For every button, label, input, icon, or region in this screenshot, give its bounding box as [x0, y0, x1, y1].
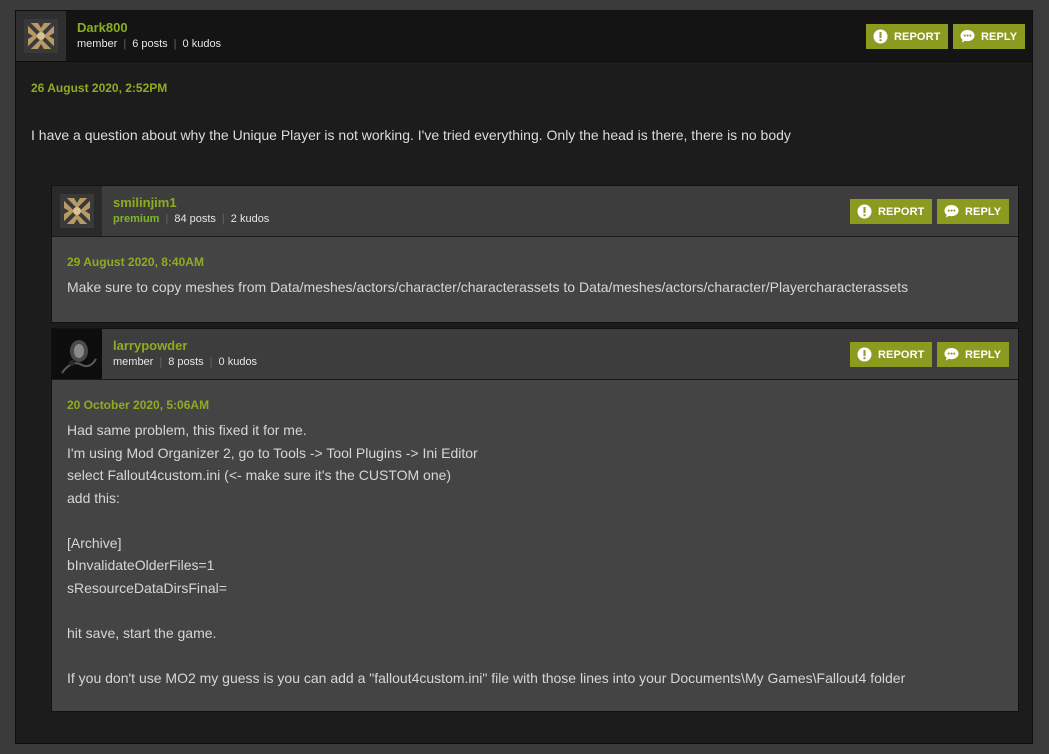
- avatar[interactable]: [52, 329, 102, 379]
- author-role: member: [113, 356, 154, 368]
- avatar[interactable]: [16, 11, 66, 61]
- post-count: 8 posts: [168, 356, 204, 368]
- report-button[interactable]: REPORT: [866, 24, 949, 49]
- exclamation-circle-icon: [857, 204, 872, 219]
- reply-button[interactable]: REPLY: [937, 199, 1010, 224]
- report-button[interactable]: REPORT: [850, 342, 933, 367]
- author-meta: member | 6 posts | 0 kudos: [77, 38, 222, 50]
- post-count: 6 posts: [132, 38, 168, 50]
- reply-comment: larrypowder member | 8 posts | 0 kudos REPOR…: [51, 328, 1019, 712]
- reply-header: larrypowder member | 8 posts | 0 kudos REPOR…: [52, 329, 1018, 380]
- author-role: premium: [113, 213, 160, 225]
- post-count: 84 posts: [174, 213, 216, 225]
- default-avatar-icon: [60, 194, 94, 228]
- speech-bubble-icon: [944, 347, 959, 362]
- post-date: 29 August 2020, 8:40AM: [67, 255, 204, 269]
- kudos-count: 0 kudos: [182, 38, 222, 50]
- kudos-count: 0 kudos: [218, 356, 258, 368]
- author-meta: premium | 84 posts | 2 kudos: [113, 213, 270, 225]
- reply-button[interactable]: REPLY: [937, 342, 1010, 367]
- kudos-count: 2 kudos: [230, 213, 270, 225]
- default-avatar-icon: [24, 19, 58, 53]
- author-name[interactable]: Dark800: [77, 20, 128, 35]
- author-name[interactable]: smilinjim1: [113, 195, 177, 210]
- post-body: I have a question about why the Unique P…: [31, 127, 791, 143]
- reply-button[interactable]: REPLY: [953, 24, 1026, 49]
- post-body: Had same problem, this fixed it for me. …: [67, 422, 906, 686]
- post-date: 26 August 2020, 2:52PM: [31, 81, 168, 95]
- author-meta: member | 8 posts | 0 kudos: [113, 356, 258, 368]
- exclamation-circle-icon: [857, 347, 872, 362]
- comment-thread: Dark800 member | 6 posts | 0 kudos REPORT RE…: [15, 10, 1033, 744]
- user-avatar-icon: [52, 329, 102, 379]
- speech-bubble-icon: [944, 204, 959, 219]
- report-button[interactable]: REPORT: [850, 199, 933, 224]
- author-role: member: [77, 38, 118, 50]
- post-date: 20 October 2020, 5:06AM: [67, 398, 210, 412]
- op-header: Dark800 member | 6 posts | 0 kudos REPORT RE…: [16, 11, 1032, 62]
- reply-header: smilinjim1 premium | 84 posts | 2 kudos REPO…: [52, 186, 1018, 237]
- author-name[interactable]: larrypowder: [113, 338, 187, 353]
- exclamation-circle-icon: [873, 29, 888, 44]
- avatar[interactable]: [52, 186, 102, 236]
- reply-comment: smilinjim1 premium | 84 posts | 2 kudos REPO…: [51, 185, 1019, 323]
- post-body: Make sure to copy meshes from Data/meshe…: [67, 279, 909, 295]
- speech-bubble-icon: [960, 29, 975, 44]
